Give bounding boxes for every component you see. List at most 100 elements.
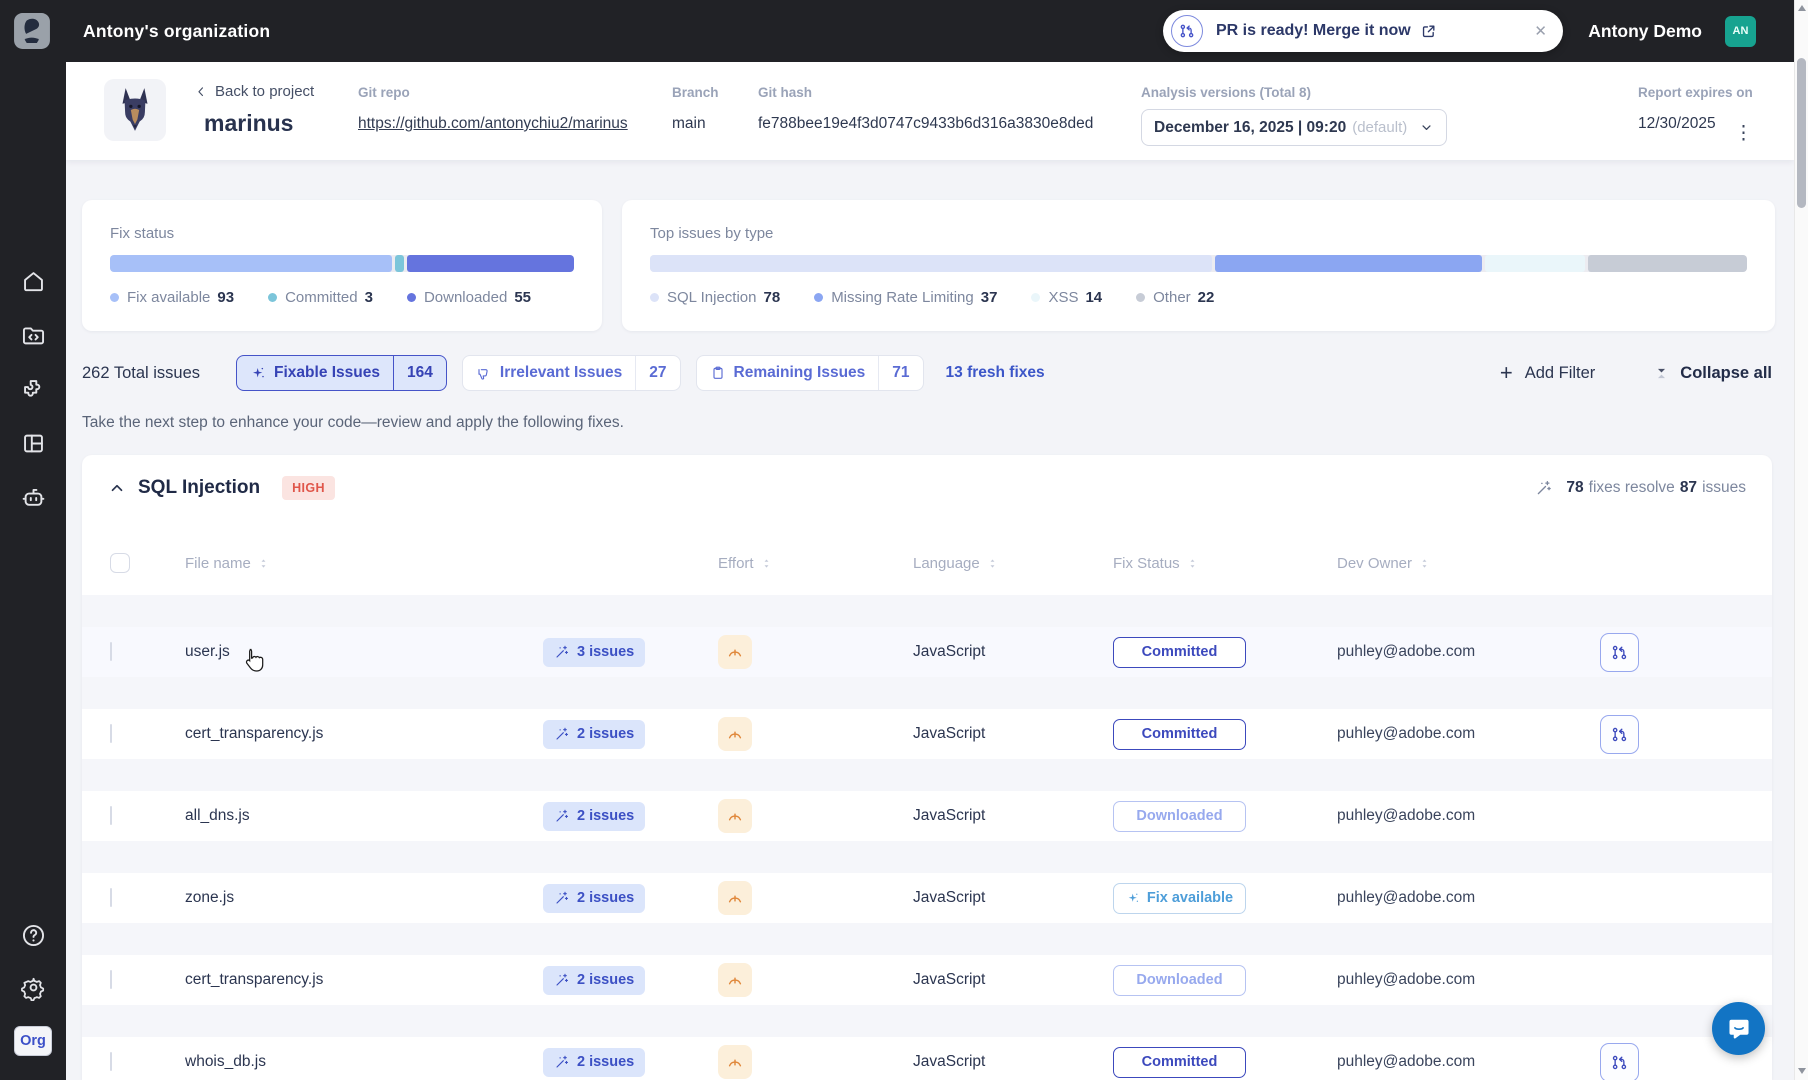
file-name[interactable]: zone.js xyxy=(185,889,234,906)
back-to-project-link[interactable]: Back to project xyxy=(194,83,314,100)
open-pull-request-button[interactable] xyxy=(1600,1043,1639,1080)
row-checkbox[interactable] xyxy=(110,970,112,989)
file-name[interactable]: whois_db.js xyxy=(185,1053,266,1070)
row-checkbox[interactable] xyxy=(110,724,112,743)
scroll-down-arrow-icon[interactable] xyxy=(1798,1068,1806,1074)
select-all-checkbox[interactable] xyxy=(110,553,130,573)
project-title-block: Back to project marinus xyxy=(194,83,314,137)
legend-item: XSS14 xyxy=(1031,289,1102,306)
chevron-up-icon[interactable] xyxy=(108,479,126,497)
table-cell: 2 issues xyxy=(515,884,690,913)
issues-count-badge[interactable]: 2 issues xyxy=(543,966,645,995)
filter-button-irrelevant-issues[interactable]: Irrelevant Issues27 xyxy=(462,355,681,391)
issues-count-badge[interactable]: 2 issues xyxy=(543,720,645,749)
filter-label[interactable]: Fixable Issues xyxy=(274,364,380,382)
fix-status-button-committed[interactable]: Committed xyxy=(1113,1047,1246,1078)
filter-label[interactable]: Remaining Issues xyxy=(734,364,866,382)
pr-banner-text[interactable]: PR is ready! Merge it now xyxy=(1216,22,1411,40)
file-name[interactable]: user.js xyxy=(185,643,230,660)
row-checkbox[interactable] xyxy=(110,642,112,661)
open-pull-request-button[interactable] xyxy=(1600,633,1639,672)
column-effort[interactable]: Effort xyxy=(690,555,885,572)
avatar[interactable]: AN xyxy=(1725,16,1756,47)
sidebar-item-settings[interactable] xyxy=(20,974,47,1001)
sort-icon[interactable] xyxy=(1180,555,1199,572)
fix-status-button-committed[interactable]: Committed xyxy=(1113,637,1246,668)
sort-icon[interactable] xyxy=(1412,555,1431,572)
filter-label[interactable]: Irrelevant Issues xyxy=(500,364,622,382)
issues-count-badge[interactable]: 2 issues xyxy=(543,802,645,831)
top-issues-bar xyxy=(650,255,1747,272)
open-pull-request-button[interactable] xyxy=(1600,715,1639,754)
table-row[interactable]: cert_transparency.js2 issuesJavaScriptCo… xyxy=(82,709,1772,759)
table-cell: zone.js xyxy=(157,889,515,907)
table-row[interactable]: zone.js2 issuesJavaScriptFix availablepu… xyxy=(82,873,1772,923)
fix-status-button-committed[interactable]: Committed xyxy=(1113,719,1246,750)
fix-status-button-downloaded[interactable]: Downloaded xyxy=(1113,801,1246,832)
table-row[interactable]: cert_transparency.js2 issuesJavaScriptDo… xyxy=(82,955,1772,1005)
file-name[interactable]: cert_transparency.js xyxy=(185,971,323,988)
total-issues-label: 262 Total issues xyxy=(82,364,200,383)
user-name[interactable]: Antony Demo xyxy=(1588,21,1702,42)
analysis-version-select[interactable]: December 16, 2025 | 09:20 (default) xyxy=(1141,109,1447,146)
sidebar-item-extensions[interactable] xyxy=(20,376,47,403)
fix-status-button-available[interactable]: Fix available xyxy=(1113,883,1246,914)
row-checkbox[interactable] xyxy=(110,806,112,825)
file-name[interactable]: cert_transparency.js xyxy=(185,725,323,742)
column-dev-owner[interactable]: Dev Owner xyxy=(1309,555,1572,572)
table-row[interactable]: whois_db.js2 issuesJavaScriptCommittedpu… xyxy=(82,1037,1772,1080)
vertical-scrollbar[interactable] xyxy=(1794,0,1808,1080)
table-cell: 2 issues xyxy=(515,802,690,831)
brand-logo-icon[interactable] xyxy=(13,12,51,50)
column-fix-status[interactable]: Fix Status xyxy=(1085,555,1309,572)
collapse-all-button[interactable]: Collapse all xyxy=(1653,364,1772,383)
row-checkbox[interactable] xyxy=(110,888,112,907)
issues-count-label: 2 issues xyxy=(577,972,634,988)
fresh-fixes-link[interactable]: 13 fresh fixes xyxy=(946,364,1045,382)
issues-count-label: 2 issues xyxy=(577,1054,634,1070)
legend-item: Committed3 xyxy=(268,289,373,306)
filter-button-fixable-issues[interactable]: Fixable Issues164 xyxy=(236,355,447,391)
filter-button-remaining-issues[interactable]: Remaining Issues71 xyxy=(696,355,924,391)
pr-ready-banner[interactable]: PR is ready! Merge it now ✕ xyxy=(1163,10,1563,52)
issues-count-badge[interactable]: 2 issues xyxy=(543,884,645,913)
table-row[interactable]: user.js3 issuesJavaScriptCommittedpuhley… xyxy=(82,627,1772,677)
sidebar-item-dashboard[interactable] xyxy=(20,430,47,457)
git-hash-value: fe788bee19e4f3d0747c9433b6d316a3830e8ded xyxy=(758,115,1093,133)
org-badge[interactable]: Org xyxy=(14,1026,52,1056)
table-cell: Fix available xyxy=(1085,883,1309,914)
sidebar-item-assistant[interactable] xyxy=(20,484,47,511)
effort-gauge-icon xyxy=(718,963,752,997)
back-to-project-label[interactable]: Back to project xyxy=(215,83,314,100)
scrollbar-thumb[interactable] xyxy=(1797,58,1806,208)
git-repo-label: Git repo xyxy=(358,85,628,100)
git-repo-link[interactable]: https://github.com/antonychiu2/marinus xyxy=(358,115,628,133)
sort-icon[interactable] xyxy=(754,555,773,572)
add-filter-label[interactable]: Add Filter xyxy=(1525,364,1596,383)
sidebar-item-home[interactable] xyxy=(20,268,47,295)
issues-count-badge[interactable]: 2 issues xyxy=(543,1048,645,1077)
add-filter-button[interactable]: + Add Filter xyxy=(1500,360,1595,386)
collapse-all-label[interactable]: Collapse all xyxy=(1680,364,1772,383)
row-checkbox[interactable] xyxy=(110,1052,112,1071)
sidebar-bottom-items: Org xyxy=(14,922,52,1056)
issues-count-badge[interactable]: 3 issues xyxy=(543,638,645,667)
scroll-up-arrow-icon[interactable] xyxy=(1798,5,1806,11)
summary-issue-count: 87 xyxy=(1680,479,1697,497)
file-name[interactable]: all_dns.js xyxy=(185,807,250,824)
close-icon[interactable]: ✕ xyxy=(1534,22,1547,40)
column-file-name[interactable]: File name xyxy=(157,555,515,572)
legend-value: 37 xyxy=(981,289,998,306)
table-row[interactable]: all_dns.js2 issuesJavaScriptDownloadedpu… xyxy=(82,791,1772,841)
sidebar-item-projects[interactable] xyxy=(20,322,47,349)
fix-status-button-downloaded[interactable]: Downloaded xyxy=(1113,965,1246,996)
legend-dot-icon xyxy=(407,293,416,302)
chat-bubble-button[interactable] xyxy=(1712,1002,1765,1055)
external-link-icon[interactable] xyxy=(1420,23,1437,40)
sort-icon[interactable] xyxy=(251,555,270,572)
sort-icon[interactable] xyxy=(980,555,999,572)
issue-group-card: SQL Injection HIGH 78 fixes resolve 87 i… xyxy=(82,455,1772,1080)
sidebar-item-help[interactable] xyxy=(20,922,47,949)
column-language[interactable]: Language xyxy=(885,555,1085,572)
kebab-menu-icon[interactable]: ⋮ xyxy=(1734,122,1752,145)
